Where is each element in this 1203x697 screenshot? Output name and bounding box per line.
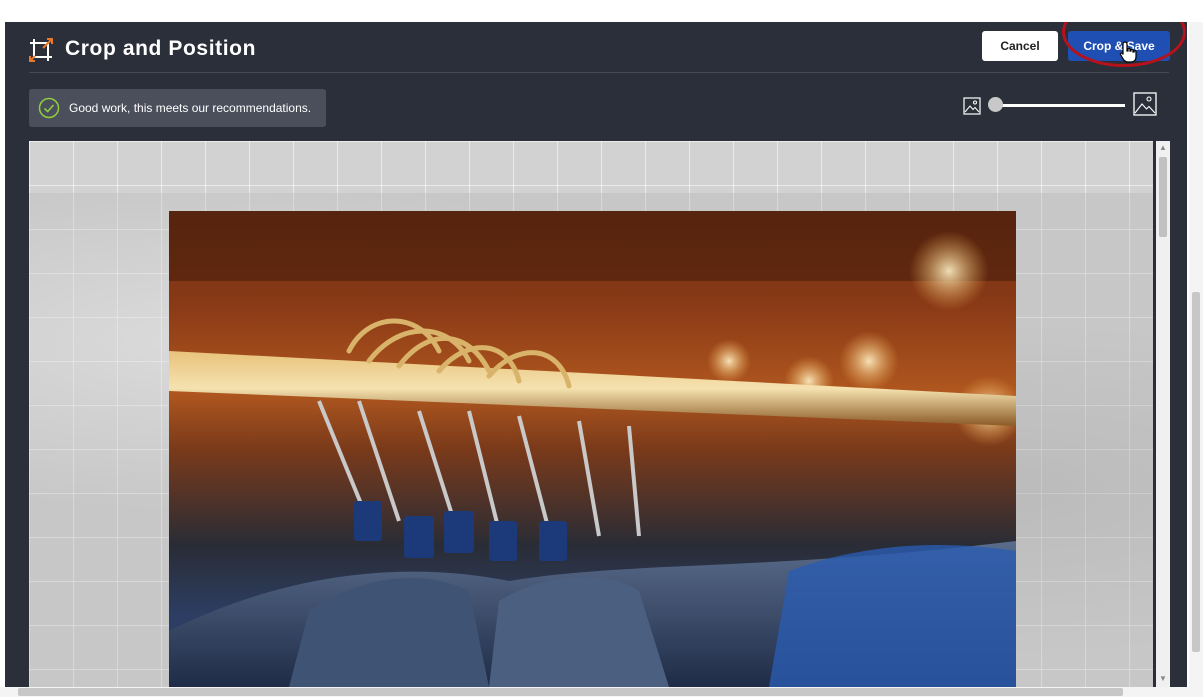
image-large-icon[interactable] xyxy=(1133,92,1157,116)
dialog-header: Crop and Position Cancel Crop & Save xyxy=(5,22,1187,72)
scroll-down-arrow-icon[interactable]: ▼ xyxy=(1159,675,1167,683)
clothing-rack-photo[interactable] xyxy=(169,211,1016,687)
canvas-scroll-thumb[interactable] xyxy=(1159,157,1167,237)
header-divider xyxy=(29,72,1169,73)
hand-pointer-icon xyxy=(1119,41,1137,63)
crop-position-dialog: Crop and Position Cancel Crop & Save Goo… xyxy=(5,22,1187,687)
page-scroll-thumb-vertical[interactable] xyxy=(1192,292,1200,652)
page-top-strip xyxy=(0,0,1203,22)
page-scrollbar-horizontal[interactable] xyxy=(0,687,1203,697)
dialog-title: Crop and Position xyxy=(65,37,257,60)
canvas-scrollbar[interactable]: ▲ ▼ xyxy=(1156,141,1170,687)
page-scroll-thumb-horizontal[interactable] xyxy=(18,688,1123,696)
cancel-button[interactable]: Cancel xyxy=(982,31,1058,61)
zoom-slider-track[interactable] xyxy=(995,104,1125,107)
zoom-slider-handle[interactable] xyxy=(988,97,1003,112)
scroll-up-arrow-icon[interactable]: ▲ xyxy=(1159,144,1167,152)
recommendation-banner: Good work, this meets our recommendation… xyxy=(29,89,326,127)
check-circle-icon xyxy=(38,97,60,119)
image-small-icon[interactable] xyxy=(963,97,981,115)
crop-canvas[interactable] xyxy=(29,141,1153,687)
page-scrollbar-vertical[interactable] xyxy=(1189,22,1203,687)
banner-message: Good work, this meets our recommendation… xyxy=(69,101,312,115)
photo-illustration xyxy=(169,211,1016,687)
crop-icon xyxy=(29,38,53,62)
